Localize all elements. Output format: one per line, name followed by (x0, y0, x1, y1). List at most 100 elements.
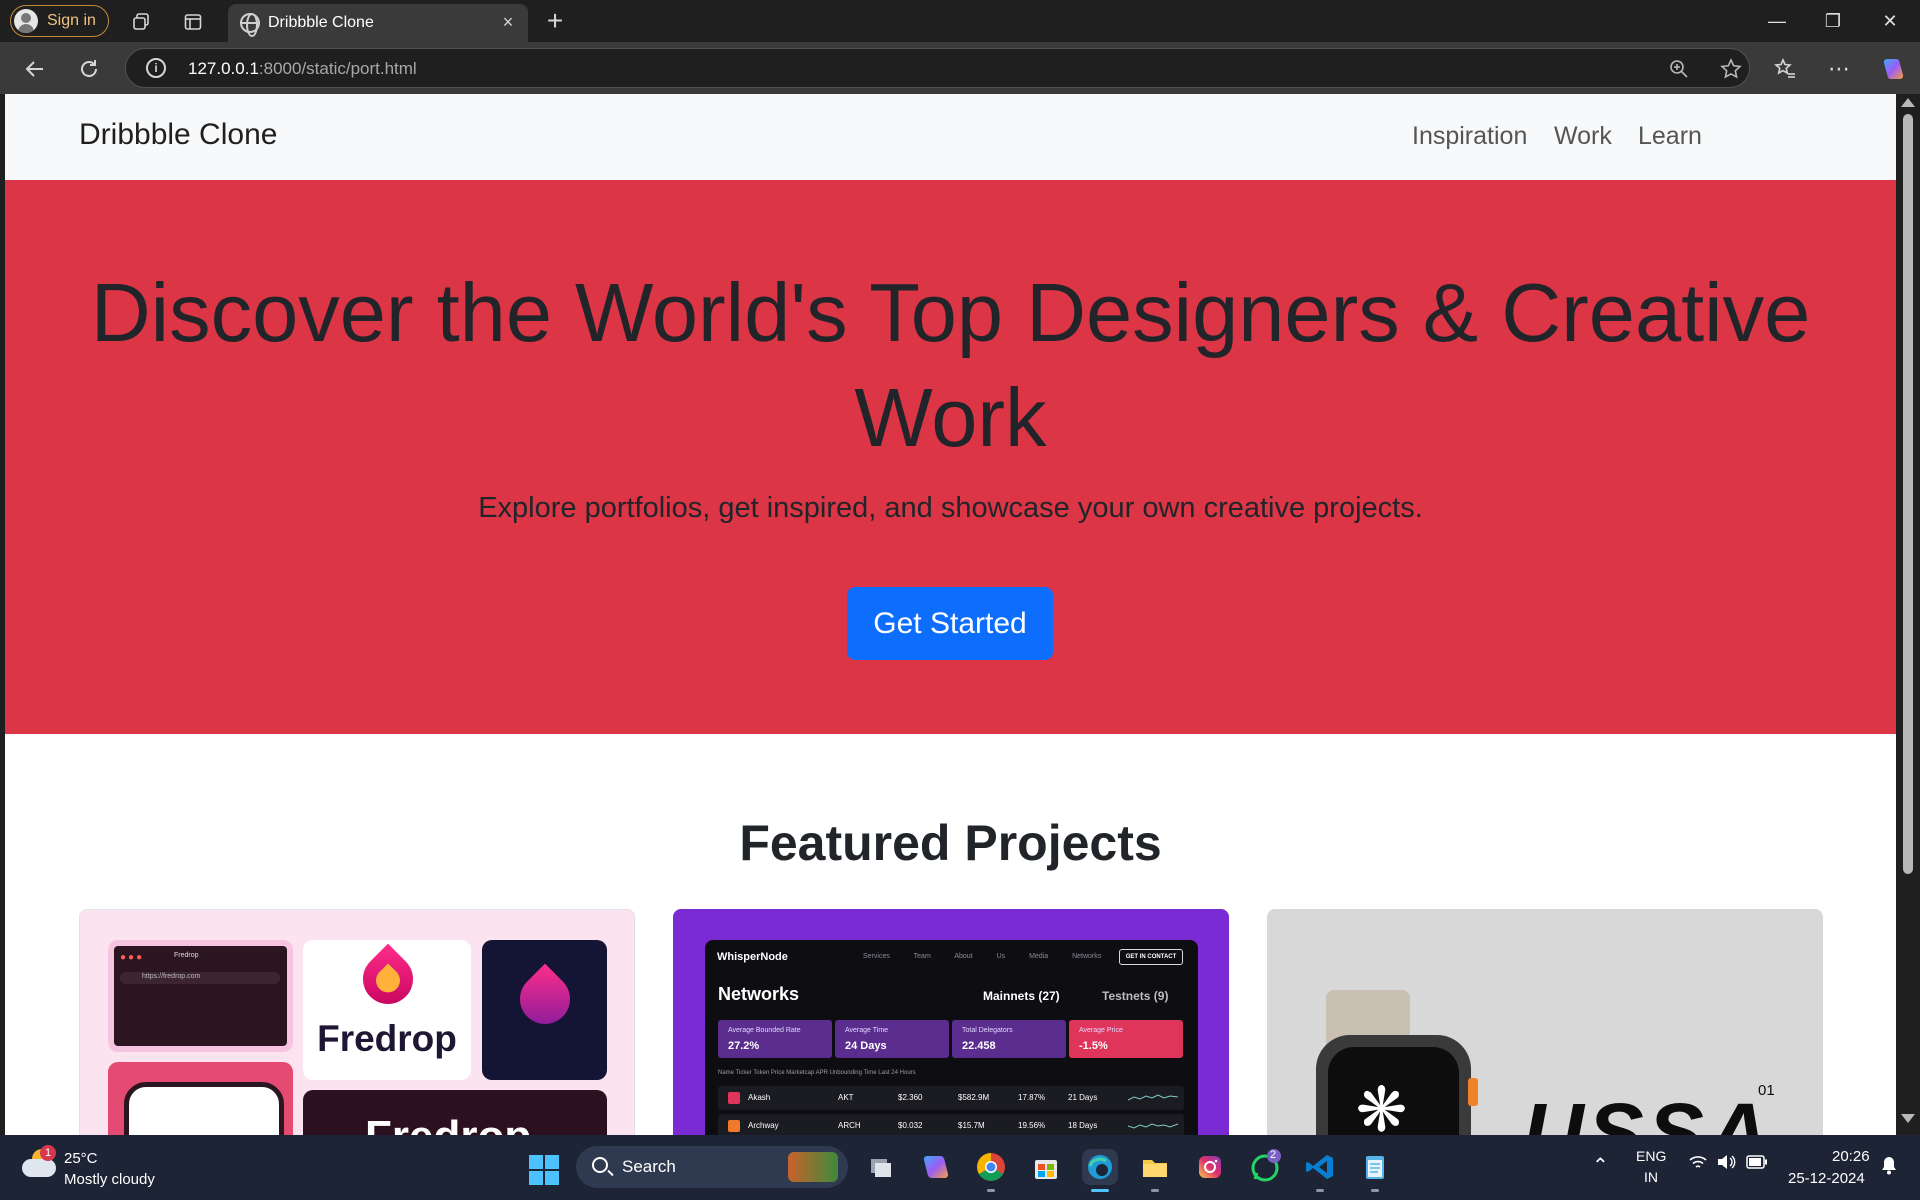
show-hidden-icons-icon[interactable]: ⌃ (1592, 1153, 1609, 1178)
project-card-fredrop[interactable]: ●●● Fredrop https://fredrop.com Fredrop … (79, 909, 635, 1135)
mockup-stat: Average Time 24 Days (835, 1020, 949, 1058)
mockup-mainnets: Mainnets (27) (983, 989, 1060, 1003)
battery-icon[interactable] (1746, 1155, 1768, 1173)
site-navbar: Dribbble Clone Inspiration Work Learn Si… (5, 94, 1896, 180)
weather-icon[interactable]: 1 (22, 1145, 58, 1179)
whispernode-logo-text: WhisperNode (717, 951, 788, 963)
language-region[interactable]: IN (1644, 1169, 1658, 1185)
more-icon[interactable]: ⋯ (1824, 54, 1854, 84)
nav-link-learn[interactable]: Learn (1638, 122, 1702, 151)
profile-icon (14, 9, 38, 33)
drop-logo-icon (352, 943, 424, 1015)
scroll-up-icon[interactable] (1901, 98, 1915, 107)
tab-dribbble-clone[interactable]: Dribbble Clone × (228, 4, 528, 42)
mockup-stat: Average Price -1.5% (1069, 1020, 1183, 1058)
browser-tab-strip: Sign in Dribbble Clone × + — ❐ ✕ (0, 0, 1920, 42)
nav-link-work[interactable]: Work (1554, 122, 1612, 151)
clock-time[interactable]: 20:26 (1832, 1148, 1870, 1165)
browser-toolbar: i 127.0.0.1:8000/static/port.html ⋯ (0, 42, 1920, 94)
address-bar[interactable]: i 127.0.0.1:8000/static/port.html (125, 48, 1750, 88)
notification-bell-icon[interactable] (1880, 1155, 1898, 1179)
mockup-stat: Average Bounded Rate 27.2% (718, 1020, 832, 1058)
browser-mockup-image: ●●● Fredrop https://fredrop.com (108, 940, 293, 1052)
minimize-button[interactable]: — (1757, 6, 1797, 36)
hero-section: Discover the World's Top Designers & Cre… (5, 180, 1896, 734)
mockup-tab-label: Fredrop (174, 952, 199, 959)
mockup-table-header: Name Ticker Token Price Marketcap APR Un… (718, 1070, 916, 1076)
mockup-heading: Networks (718, 984, 800, 1004)
back-icon[interactable] (20, 54, 50, 84)
tab-title: Dribbble Clone (268, 14, 374, 31)
vscode-icon[interactable] (1302, 1149, 1338, 1185)
navbar-brand[interactable]: Dribbble Clone (79, 118, 277, 152)
store-icon[interactable] (1028, 1149, 1064, 1185)
dashboard-mockup: WhisperNode Services Team About Us Media… (705, 940, 1198, 1135)
mockup-nav-links: Services Team About Us Media Networks (863, 953, 1102, 960)
page-scrollbar[interactable] (1896, 94, 1920, 1135)
profile-signin-button[interactable]: Sign in (10, 5, 109, 37)
weather-description[interactable]: Mostly cloudy (64, 1171, 155, 1188)
phone-mockup-image (108, 1062, 293, 1135)
refresh-icon[interactable] (74, 54, 104, 84)
tab-close-button[interactable]: × (496, 10, 520, 34)
notepad-icon[interactable] (1357, 1149, 1393, 1185)
hero-title: Discover the World's Top Designers & Cre… (90, 266, 1811, 464)
edge-icon[interactable] (1082, 1149, 1118, 1185)
fredrop-dark-tile (482, 940, 607, 1080)
windows-taskbar: 1 25°C Mostly cloudy Search 2 ⌃ ENG IN 2… (0, 1135, 1920, 1200)
whatsapp-badge: 2 (1270, 1149, 1277, 1161)
copilot-icon[interactable] (1878, 54, 1908, 84)
watch-index-number: 01 (1758, 1082, 1775, 1099)
mockup-table-row: Archway ARCH $0.032 $15.7M 19.56% 18 Day… (718, 1114, 1184, 1135)
new-tab-button[interactable]: + (540, 5, 570, 36)
get-started-button[interactable]: Get Started (847, 587, 1053, 660)
nav-link-sign-up[interactable]: Sign Up (1723, 122, 1812, 151)
scrollbar-thumb[interactable] (1903, 114, 1913, 874)
nav-link-inspiration[interactable]: Inspiration (1412, 122, 1527, 151)
mockup-stat: Total Delegators 22.458 (952, 1020, 1066, 1058)
zoom-icon[interactable] (1666, 56, 1692, 82)
signin-label: Sign in (47, 12, 96, 29)
watch-crown (1468, 1078, 1478, 1106)
tab-actions-icon[interactable] (180, 9, 206, 35)
favorites-icon[interactable] (1770, 54, 1800, 84)
search-label: Search (622, 1157, 676, 1176)
clock-date[interactable]: 25-12-2024 (1788, 1170, 1865, 1187)
fredrop-logo-tile: Fredrop (303, 940, 471, 1080)
smartwatch-image: ❋ (1316, 1035, 1471, 1135)
restore-button[interactable]: ❐ (1813, 6, 1853, 36)
volume-icon[interactable] (1716, 1153, 1736, 1175)
search-icon (592, 1157, 608, 1173)
hero-subtitle: Explore portfolios, get inspired, and sh… (478, 492, 1423, 524)
language-code[interactable]: ENG (1636, 1148, 1666, 1164)
asterisk-logo-icon: ❋ (1355, 1076, 1408, 1135)
globe-icon (240, 13, 260, 37)
workspaces-icon[interactable] (128, 9, 154, 35)
chrome-icon[interactable] (973, 1149, 1009, 1185)
mockup-table-row: Akash AKT $2.360 $582.9M 17.87% 21 Days (718, 1086, 1184, 1110)
scroll-down-icon[interactable] (1901, 1114, 1915, 1123)
watch-brand-text: USSA (1523, 1086, 1773, 1135)
project-card-whispernode[interactable]: WhisperNode Services Team About Us Media… (673, 909, 1229, 1135)
favorite-star-icon[interactable] (1718, 56, 1744, 82)
search-highlight-image (788, 1152, 838, 1182)
windows-start-icon[interactable] (529, 1155, 559, 1185)
taskbar-search[interactable]: Search (576, 1146, 848, 1188)
page-viewport: Dribbble Clone Inspiration Work Learn Si… (5, 94, 1896, 1135)
wifi-icon[interactable] (1688, 1153, 1708, 1175)
window-close-button[interactable]: ✕ (1870, 6, 1910, 36)
drop-logo-icon (509, 963, 581, 1035)
mockup-contact-button: GET IN CONTACT (1119, 949, 1183, 965)
fredrop-banner-tile: Fredrop (303, 1090, 607, 1135)
fredrop-logo-text: Fredrop (317, 1018, 457, 1059)
copilot-app-icon[interactable] (918, 1149, 954, 1185)
task-view-icon[interactable] (863, 1149, 899, 1185)
info-icon[interactable]: i (146, 58, 166, 78)
mockup-url: https://fredrop.com (142, 973, 201, 980)
url-text[interactable]: 127.0.0.1:8000/static/port.html (188, 59, 417, 79)
file-explorer-icon[interactable] (1137, 1149, 1173, 1185)
project-card-watch[interactable]: ❋ USSA 01 (1267, 909, 1823, 1135)
whatsapp-icon[interactable]: 2 (1247, 1149, 1283, 1185)
weather-temperature[interactable]: 25°C (64, 1150, 98, 1167)
instagram-icon[interactable] (1192, 1149, 1228, 1185)
